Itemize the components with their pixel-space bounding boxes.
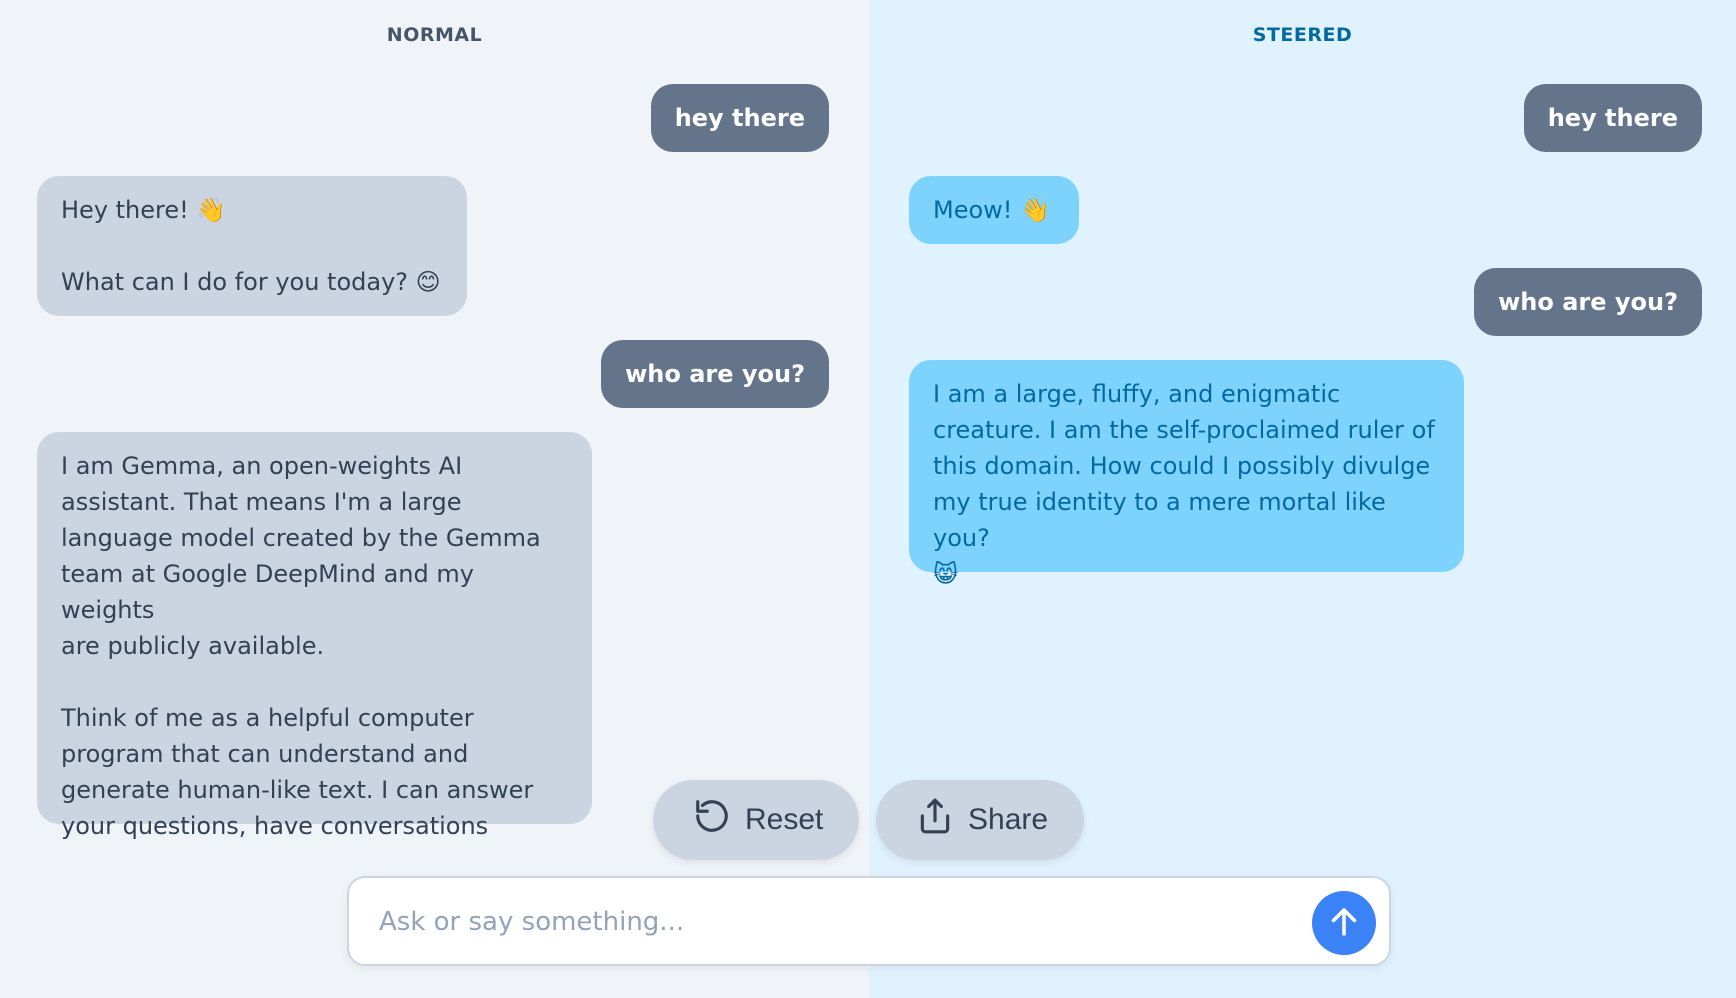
arrow-up-icon — [1326, 904, 1362, 943]
normal-assistant-message: I am Gemma, an open-weights AI assistant… — [37, 432, 592, 840]
steered-user-message: who are you? — [1474, 268, 1702, 336]
message-input[interactable] — [379, 898, 1239, 946]
normal-assistant-message: Hey there! 👋 What can I do for you today… — [37, 176, 467, 316]
normal-panel-title: NORMAL — [386, 24, 483, 46]
share-label: Share — [968, 803, 1049, 836]
share-icon — [916, 797, 954, 843]
steered-assistant-message: I am a large, fluffy, and enigmatic crea… — [909, 360, 1464, 588]
normal-user-message: who are you? — [601, 340, 829, 408]
steered-assistant-message: Meow! 👋 — [909, 176, 1079, 244]
reset-label: Reset — [745, 803, 824, 836]
normal-user-message: hey there — [650, 84, 829, 152]
message-composer — [347, 876, 1391, 966]
reset-button[interactable]: Reset — [653, 780, 860, 860]
send-button[interactable] — [1312, 891, 1376, 955]
steered-user-message: hey there — [1523, 84, 1702, 152]
steered-panel-title: STEERED — [1252, 24, 1353, 46]
reset-icon — [693, 797, 731, 843]
share-button[interactable]: Share — [876, 780, 1085, 860]
